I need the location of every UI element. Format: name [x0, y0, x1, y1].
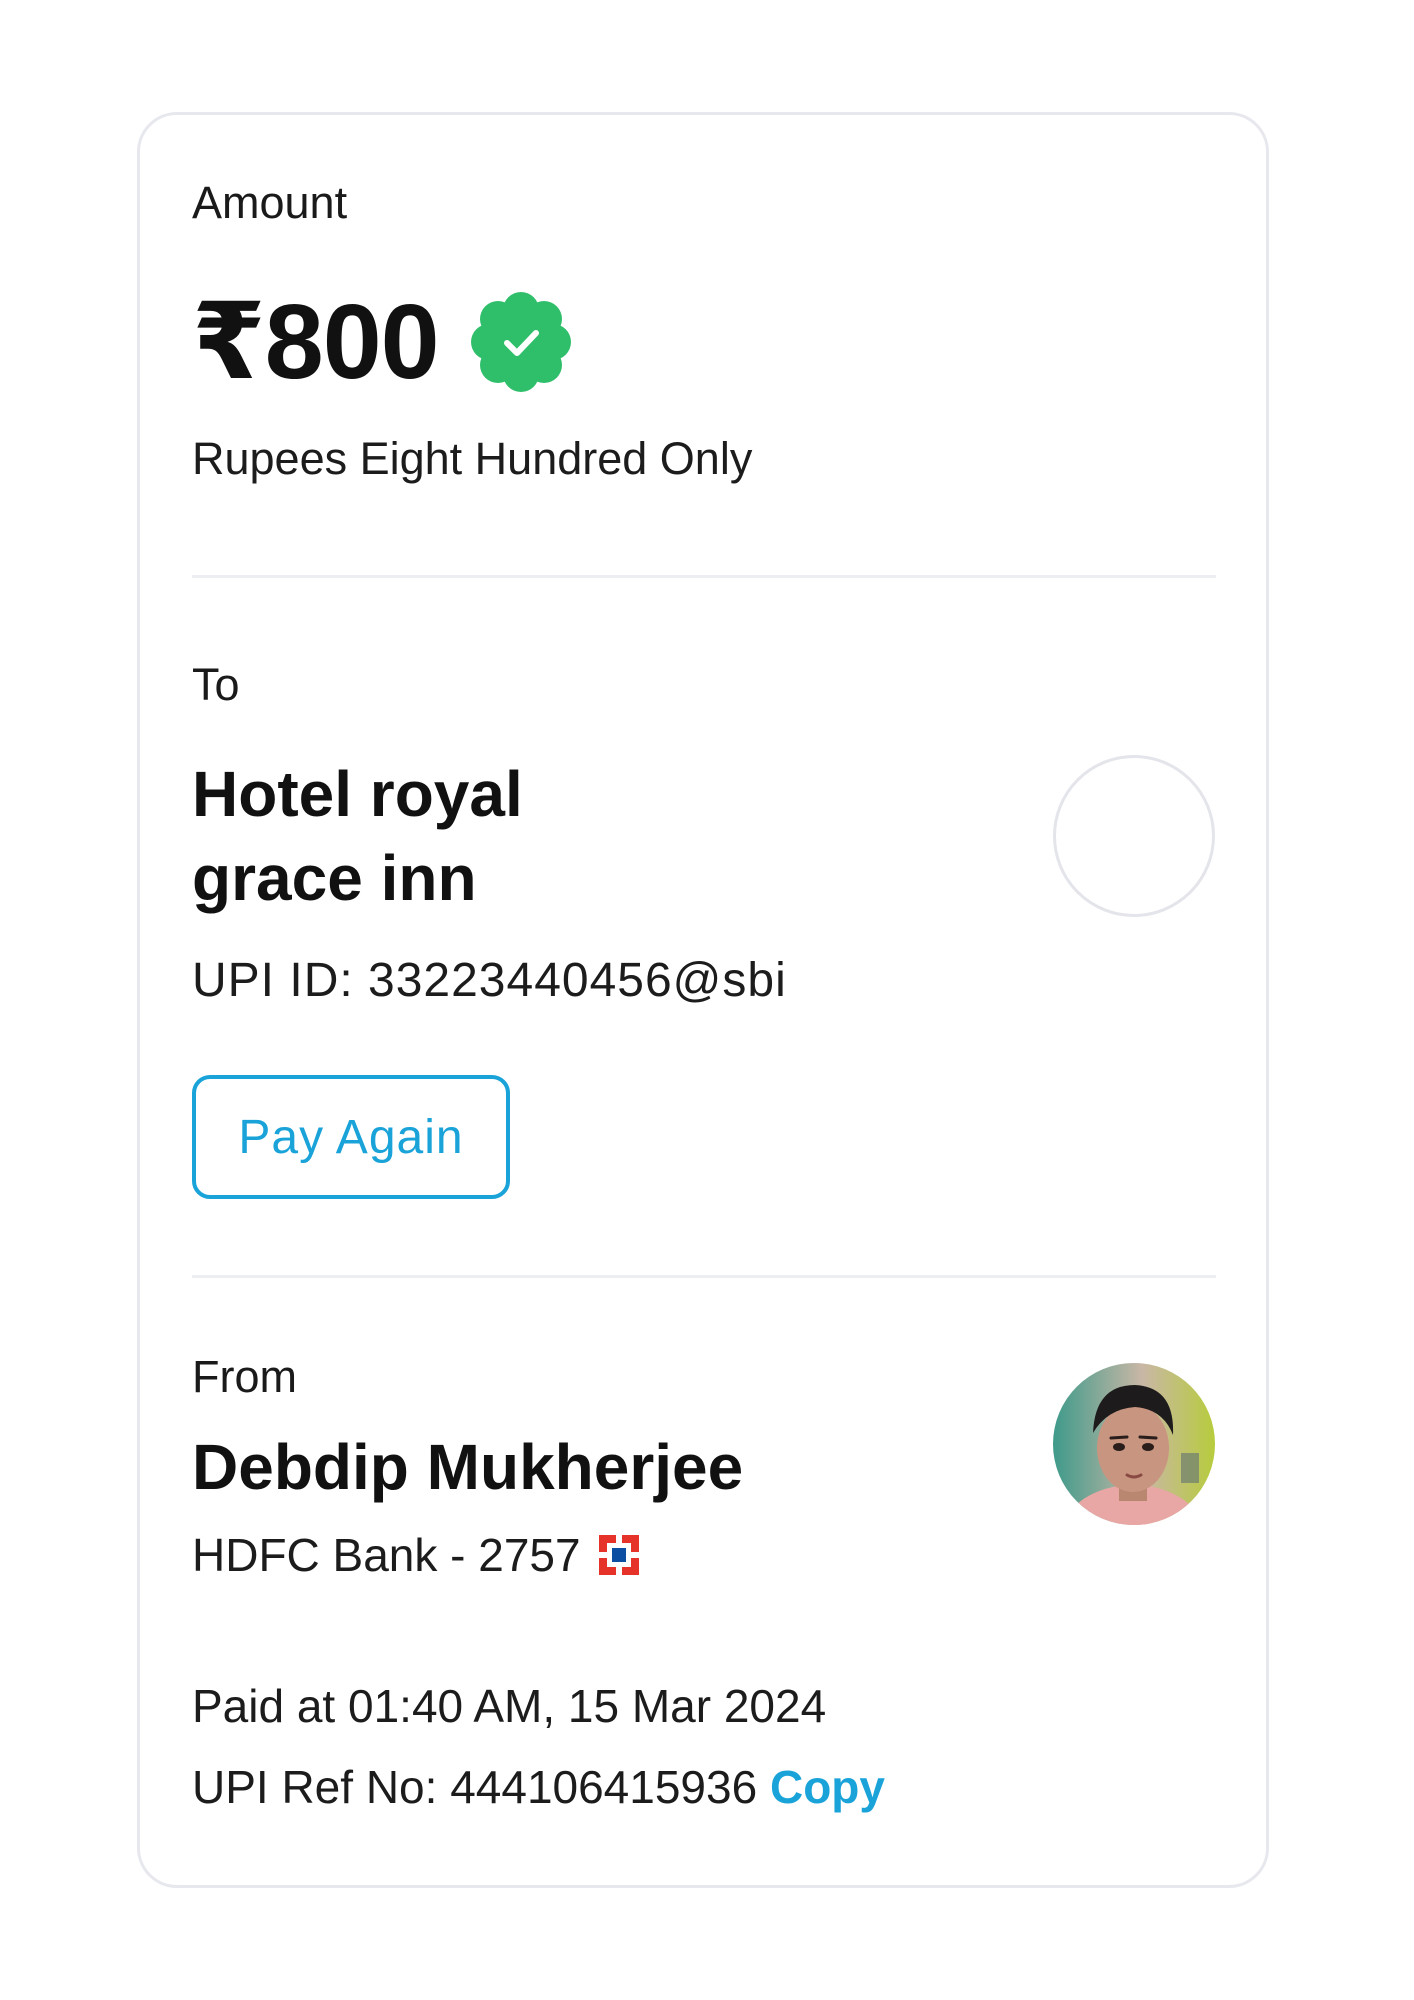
- pay-again-button[interactable]: Pay Again: [192, 1075, 510, 1199]
- transaction-card: Amount ₹800 Rupees Eight Hundred Only To…: [137, 112, 1269, 1888]
- amount-row: ₹800: [192, 280, 573, 403]
- divider: [192, 575, 1216, 578]
- sender-name: Debdip Mukherjee: [192, 1431, 744, 1503]
- upi-ref-row: UPI Ref No: 444106415936 Copy: [192, 1760, 885, 1814]
- from-label: From: [192, 1351, 297, 1402]
- amount-value: ₹800: [192, 283, 440, 401]
- payee-upi-id: UPI ID: 33223440456@sbi: [192, 954, 787, 1007]
- hdfc-bank-logo-icon: [598, 1535, 639, 1575]
- paid-at-timestamp: Paid at 01:40 AM, 15 Mar 2024: [192, 1680, 827, 1732]
- sender-bank-row: HDFC Bank - 2757: [192, 1528, 639, 1582]
- copy-ref-button[interactable]: Copy: [770, 1761, 885, 1813]
- divider: [192, 1275, 1216, 1278]
- amount-label: Amount: [192, 177, 348, 228]
- to-label: To: [192, 659, 240, 710]
- avatar: [1053, 1363, 1215, 1525]
- sender-bank: HDFC Bank - 2757: [192, 1529, 581, 1581]
- payee-name: Hotel royal grace inn: [192, 758, 523, 914]
- upi-ref-number: UPI Ref No: 444106415936: [192, 1761, 770, 1813]
- verified-check-icon: [469, 290, 573, 394]
- amount-in-words: Rupees Eight Hundred Only: [192, 433, 753, 484]
- payee-avatar: [1053, 755, 1215, 917]
